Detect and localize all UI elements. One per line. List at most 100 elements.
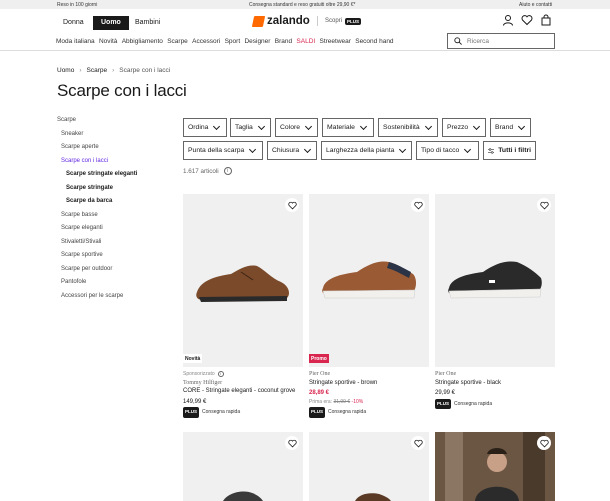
search-input[interactable] xyxy=(467,37,547,45)
chevron-down-icon xyxy=(424,122,432,130)
shopping-bag-icon[interactable] xyxy=(540,14,552,26)
filter-taglia[interactable]: Taglia xyxy=(230,118,271,137)
wishlist-heart-icon[interactable] xyxy=(285,436,299,450)
gender-tab-bambini[interactable]: Bambini xyxy=(127,16,168,30)
nav-item-scarpe[interactable]: Scarpe xyxy=(167,38,188,45)
nav-item-brand[interactable]: Brand xyxy=(275,38,292,45)
old-price-value: 31,99 € xyxy=(333,398,351,405)
sidebar-item-sneaker[interactable]: Sneaker xyxy=(61,131,83,137)
filter-sostenibilita[interactable]: Sostenibilità xyxy=(378,118,438,137)
nav-item-sport[interactable]: Sport xyxy=(225,38,241,45)
sidebar-item-stringate-eleganti[interactable]: Scarpe stringate eleganti xyxy=(66,171,137,177)
nav-item-streetwear[interactable]: Streetwear xyxy=(320,38,351,45)
chevron-down-icon xyxy=(473,122,481,130)
sidebar-item-stringate[interactable]: Scarpe stringate xyxy=(66,185,113,191)
filter-chiusura-label: Chiusura xyxy=(272,147,300,154)
product-info: Sponsorizzato i Tommy Hilfiger CORE - Str… xyxy=(183,370,303,418)
returns-info: Reso in 100 giorni xyxy=(57,1,98,8)
nav-item-saldi[interactable]: SALDI xyxy=(296,38,315,45)
wishlist-heart-icon[interactable] xyxy=(285,198,299,212)
breadcrumb-uomo[interactable]: Uomo xyxy=(57,67,74,74)
breadcrumb-scarpe[interactable]: Scarpe xyxy=(87,67,108,74)
sidebar-item-scarpe-outdoor[interactable]: Scarpe per outdoor xyxy=(61,266,112,272)
product-image[interactable] xyxy=(183,432,303,501)
sponsored-text: Sponsorizzato xyxy=(183,371,215,377)
old-price: Prima era: 31,99 € -10% xyxy=(309,398,429,407)
help-link[interactable]: Aiuto e contatti xyxy=(519,2,552,8)
sidebar-item-scarpe-aperte[interactable]: Scarpe aperte xyxy=(61,144,99,150)
nav-item-second-hand[interactable]: Second hand xyxy=(355,38,393,45)
user-icon[interactable] xyxy=(502,14,514,26)
filter-colore[interactable]: Colore xyxy=(275,118,318,137)
filter-materiale[interactable]: Materiale xyxy=(322,118,374,137)
gender-tab-donna[interactable]: Donna xyxy=(55,16,92,30)
shipping-info[interactable]: Consegna standard e reso gratuiti oltre … xyxy=(249,2,355,8)
chevron-down-icon xyxy=(464,145,472,153)
black-sneaker-image xyxy=(448,261,542,299)
product-image[interactable] xyxy=(309,432,429,501)
sidebar-item-scarpe-sportive[interactable]: Scarpe sportive xyxy=(61,252,103,258)
zalando-logo-icon xyxy=(251,15,266,27)
main-nav: Moda italiana Novità Abbigliamento Scarpe Ac… xyxy=(56,38,398,45)
zalando-logo[interactable]: zalando xyxy=(251,15,310,27)
info-icon[interactable]: i xyxy=(217,371,224,378)
fast-shipping: PLUS Consegna rapida xyxy=(309,407,429,418)
discount: -10% xyxy=(351,398,364,405)
nav-item-abbigliamento[interactable]: Abbigliamento xyxy=(122,38,163,45)
sidebar-item-scarpe-da-barca[interactable]: Scarpe da barca xyxy=(66,198,112,204)
filter-prezzo[interactable]: Prezzo xyxy=(442,118,486,137)
chevron-down-icon xyxy=(399,145,407,153)
wishlist-heart-icon[interactable] xyxy=(411,198,425,212)
nav-item-accessori[interactable]: Accessori xyxy=(192,38,220,45)
nav-item-moda-italiana[interactable]: Moda italiana xyxy=(56,38,95,45)
brown-sneaker-image xyxy=(322,261,416,299)
wishlist-heart-icon[interactable] xyxy=(537,198,551,212)
filter-punta[interactable]: Punta della scarpa xyxy=(183,141,263,160)
info-icon[interactable]: i xyxy=(223,167,232,175)
product-image[interactable]: Promo xyxy=(309,194,429,367)
gender-tab-uomo[interactable]: Uomo xyxy=(93,16,129,30)
sidebar-item-scarpe[interactable]: Scarpe xyxy=(57,117,76,123)
plus-link-label: Scopri xyxy=(325,18,343,24)
wishlist-heart-icon[interactable] xyxy=(411,436,425,450)
wishlist-heart-icon[interactable] xyxy=(521,14,533,26)
product-image[interactable]: Novità xyxy=(183,194,303,367)
product-image[interactable] xyxy=(435,432,555,501)
filter-colore-label: Colore xyxy=(280,124,301,131)
product-price: 28,89 € xyxy=(309,390,330,396)
filter-brand[interactable]: Brand xyxy=(490,118,531,137)
sponsored-label: Sponsorizzato i xyxy=(183,370,303,379)
wishlist-heart-icon[interactable] xyxy=(537,436,551,450)
sidebar-item-stivaletti[interactable]: Stivaletti/Stivali xyxy=(61,239,101,245)
chevron-down-icon xyxy=(304,145,312,153)
filter-larghezza-label: Larghezza della pianta xyxy=(326,147,395,154)
filter-larghezza[interactable]: Larghezza della pianta xyxy=(321,141,412,160)
fast-shipping: PLUS Consegna rapida xyxy=(183,407,303,418)
plus-link[interactable]: Scopri PLUS xyxy=(317,16,362,26)
chevron-right-icon: › xyxy=(79,67,82,74)
product-image[interactable] xyxy=(435,194,555,367)
search-icon xyxy=(454,37,462,45)
sidebar-item-pantofole[interactable]: Pantofole xyxy=(61,279,86,285)
filter-materiale-label: Materiale xyxy=(327,124,355,131)
filter-tipo-tacco[interactable]: Tipo di tacco xyxy=(416,141,479,160)
product-info: Pier One Stringate sportive - black 29,9… xyxy=(435,370,555,409)
logo-text: zalando xyxy=(267,15,310,27)
chevron-down-icon xyxy=(518,122,526,130)
nav-item-novita[interactable]: Novità xyxy=(99,38,117,45)
chevron-down-icon xyxy=(213,122,221,130)
search-box[interactable] xyxy=(447,33,555,49)
all-filters-button[interactable]: Tutti i filtri xyxy=(483,141,536,160)
shipping-text: Consegna rapida xyxy=(454,400,493,407)
chevron-down-icon xyxy=(257,122,265,130)
filter-brand-label: Brand xyxy=(495,124,514,131)
filter-chiusura[interactable]: Chiusura xyxy=(267,141,317,160)
sidebar-item-scarpe-con-i-lacci[interactable]: Scarpe con i lacci xyxy=(61,158,108,164)
chevron-down-icon xyxy=(304,122,313,130)
filter-ordina[interactable]: Ordina xyxy=(183,118,227,137)
sidebar-item-accessori-scarpe[interactable]: Accessori per le scarpe xyxy=(61,293,123,299)
nav-item-designer[interactable]: Designer xyxy=(244,38,270,45)
sidebar-item-scarpe-basse[interactable]: Scarpe basse xyxy=(61,212,98,218)
article-count: 1.617 articoli i xyxy=(183,167,232,175)
sidebar-item-scarpe-eleganti[interactable]: Scarpe eleganti xyxy=(61,225,103,231)
